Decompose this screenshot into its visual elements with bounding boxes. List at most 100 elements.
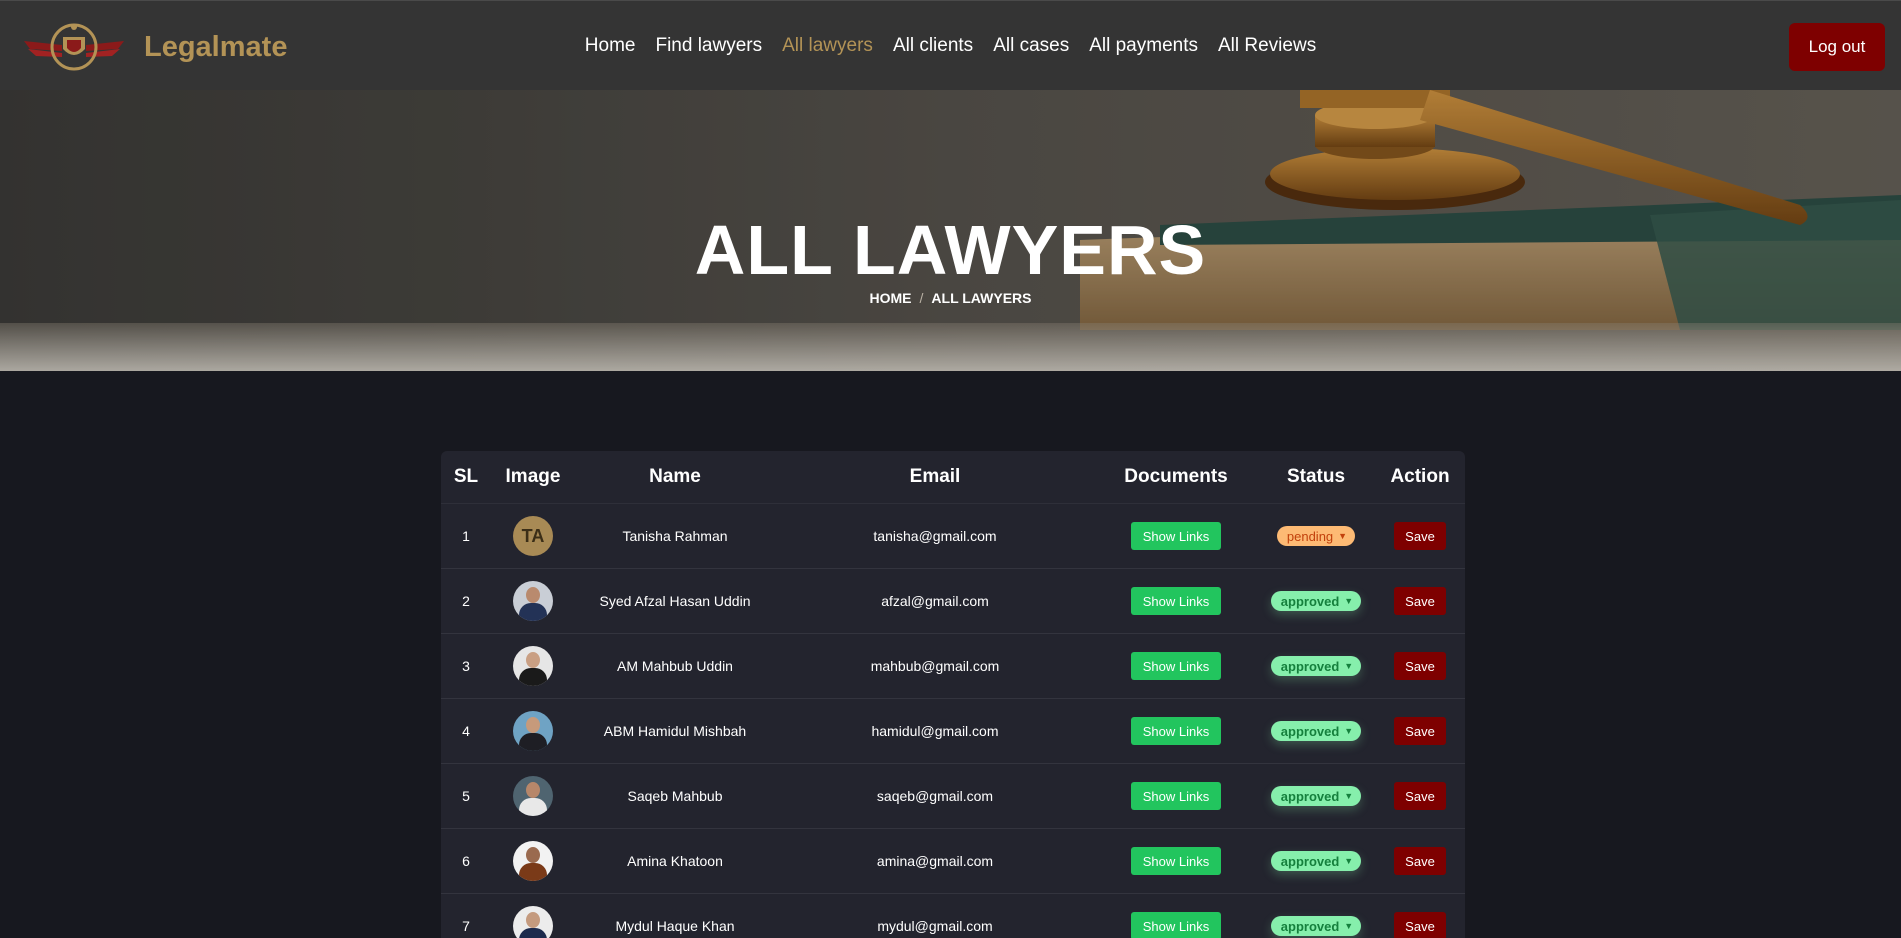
breadcrumb-current: ALL LAWYERS <box>931 290 1032 306</box>
row-status-cell: approved ▼ <box>1257 569 1375 633</box>
save-button[interactable]: Save <box>1394 782 1446 810</box>
row-sl: 6 <box>462 853 470 869</box>
status-value: approved <box>1280 853 1340 869</box>
nav-link-all-lawyers[interactable]: All lawyers <box>772 35 883 57</box>
save-button[interactable]: Save <box>1394 652 1446 680</box>
header-sl: SL <box>453 466 479 487</box>
table-row: 7 Mydul Haque Khan mydul@gmail.com Show … <box>441 894 1465 938</box>
avatar: TA <box>513 516 553 556</box>
nav-link-find-lawyers[interactable]: Find lawyers <box>645 35 772 57</box>
nav-link-home[interactable]: Home <box>575 35 646 57</box>
row-action-cell: Save <box>1375 569 1465 633</box>
row-docs-cell: Show Links <box>1095 699 1257 763</box>
chevron-down-icon: ▼ <box>1344 856 1354 866</box>
row-sl: 7 <box>462 918 470 934</box>
status-select[interactable]: pending ▼ <box>1276 526 1356 546</box>
breadcrumb-separator: / <box>919 290 924 306</box>
chevron-down-icon: ▼ <box>1344 726 1354 736</box>
status-select[interactable]: approved ▼ <box>1270 656 1362 676</box>
table-row: 4 ABM Hamidul Mishbah hamidul@gmail.com … <box>441 699 1465 764</box>
row-email: mahbub@gmail.com <box>870 658 1000 674</box>
status-select[interactable]: approved ▼ <box>1270 786 1362 806</box>
header-documents: Documents <box>1124 466 1228 487</box>
status-select[interactable]: approved ▼ <box>1270 591 1362 611</box>
nav-link-all-reviews[interactable]: All Reviews <box>1208 35 1326 57</box>
row-docs-cell: Show Links <box>1095 829 1257 893</box>
row-name: Saqeb Mahbub <box>627 788 723 804</box>
row-image-cell <box>491 829 575 893</box>
page-title: ALL LAWYERS <box>694 211 1207 289</box>
status-select[interactable]: approved ▼ <box>1270 916 1362 936</box>
lawyers-table: SL Image Name Email Documents Status Act… <box>441 451 1465 938</box>
table-row: 3 AM Mahbub Uddin mahbub@gmail.com Show … <box>441 634 1465 699</box>
status-value: approved <box>1280 723 1340 739</box>
show-links-button[interactable]: Show Links <box>1130 847 1222 875</box>
row-name: Amina Khatoon <box>627 853 723 869</box>
save-button[interactable]: Save <box>1394 587 1446 615</box>
save-button[interactable]: Save <box>1394 522 1446 550</box>
table-row: 1 TA Tanisha Rahman tanisha@gmail.com Sh… <box>441 504 1465 569</box>
nav-link-all-clients[interactable]: All clients <box>883 35 983 57</box>
row-docs-cell: Show Links <box>1095 569 1257 633</box>
show-links-button[interactable]: Show Links <box>1130 587 1222 615</box>
chevron-down-icon: ▼ <box>1344 596 1354 606</box>
row-sl: 3 <box>462 658 470 674</box>
nav-link-all-payments[interactable]: All payments <box>1079 35 1208 57</box>
breadcrumb-home-link[interactable]: HOME <box>870 290 912 306</box>
status-value: pending <box>1286 528 1334 544</box>
status-value: approved <box>1280 593 1340 609</box>
row-image-cell <box>491 634 575 698</box>
save-button[interactable]: Save <box>1394 912 1446 938</box>
row-email: hamidul@gmail.com <box>871 723 999 739</box>
row-image-cell <box>491 894 575 938</box>
avatar <box>513 711 553 751</box>
row-docs-cell: Show Links <box>1095 764 1257 828</box>
row-sl: 1 <box>462 528 470 544</box>
row-docs-cell: Show Links <box>1095 634 1257 698</box>
show-links-button[interactable]: Show Links <box>1130 717 1222 745</box>
row-email: afzal@gmail.com <box>881 593 989 609</box>
row-status-cell: pending ▼ <box>1257 504 1375 568</box>
nav-link-all-cases[interactable]: All cases <box>983 35 1079 57</box>
row-action-cell: Save <box>1375 634 1465 698</box>
row-image-cell <box>491 764 575 828</box>
row-docs-cell: Show Links <box>1095 894 1257 938</box>
hero-banner: ALL LAWYERS HOME / ALL LAWYERS <box>0 90 1901 371</box>
row-action-cell: Save <box>1375 764 1465 828</box>
row-sl: 5 <box>462 788 470 804</box>
status-value: approved <box>1280 658 1340 674</box>
row-status-cell: approved ▼ <box>1257 634 1375 698</box>
show-links-button[interactable]: Show Links <box>1130 782 1222 810</box>
header-action: Action <box>1390 466 1450 487</box>
row-name: AM Mahbub Uddin <box>617 658 733 674</box>
header-image: Image <box>505 466 561 487</box>
chevron-down-icon: ▼ <box>1344 661 1354 671</box>
row-status-cell: approved ▼ <box>1257 699 1375 763</box>
row-image-cell <box>491 569 575 633</box>
header-email: Email <box>909 466 961 487</box>
row-action-cell: Save <box>1375 699 1465 763</box>
chevron-down-icon: ▼ <box>1338 531 1348 541</box>
row-email: tanisha@gmail.com <box>873 528 997 544</box>
logout-button[interactable]: Log out <box>1789 23 1885 71</box>
status-select[interactable]: approved ▼ <box>1270 851 1362 871</box>
row-name: Mydul Haque Khan <box>615 918 735 934</box>
show-links-button[interactable]: Show Links <box>1130 652 1222 680</box>
header-name: Name <box>649 466 701 487</box>
row-sl: 4 <box>462 723 470 739</box>
avatar <box>513 646 553 686</box>
table-row: 5 Saqeb Mahbub saqeb@gmail.com Show Link… <box>441 764 1465 829</box>
show-links-button[interactable]: Show Links <box>1130 522 1222 550</box>
avatar <box>513 581 553 621</box>
show-links-button[interactable]: Show Links <box>1130 912 1222 938</box>
row-action-cell: Save <box>1375 504 1465 568</box>
save-button[interactable]: Save <box>1394 847 1446 875</box>
status-value: approved <box>1280 918 1340 934</box>
row-name: ABM Hamidul Mishbah <box>603 723 747 739</box>
save-button[interactable]: Save <box>1394 717 1446 745</box>
row-docs-cell: Show Links <box>1095 504 1257 568</box>
row-email: amina@gmail.com <box>876 853 994 869</box>
status-select[interactable]: approved ▼ <box>1270 721 1362 741</box>
breadcrumb: HOME / ALL LAWYERS <box>0 290 1901 306</box>
row-status-cell: approved ▼ <box>1257 764 1375 828</box>
